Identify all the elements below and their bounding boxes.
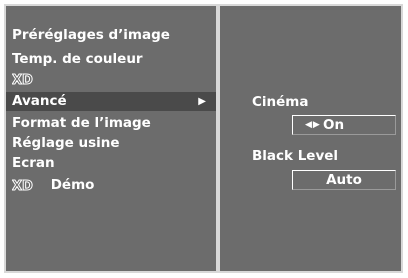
menu-item-label: Ecran (12, 155, 55, 171)
menu-item-xd[interactable]: XD (6, 70, 216, 89)
black-level-label: Black Level (252, 148, 339, 164)
menu-item-label: Temp. de couleur (12, 51, 143, 67)
xd-logo-icon: XD (12, 72, 42, 87)
xd-logo-icon: XD (12, 178, 42, 193)
menu-item-label: Format de l’image (12, 115, 151, 131)
menu-item-screen[interactable]: Ecran (6, 154, 216, 173)
black-level-selector[interactable]: Auto (292, 170, 396, 190)
menu-item-factory-reset[interactable]: Réglage usine (6, 134, 216, 153)
menu-item-aspect-ratio[interactable]: Format de l’image (6, 114, 216, 133)
osd-menu: Préréglages d’image Temp. de couleur XD … (0, 0, 408, 278)
menu-item-label: Démo (50, 177, 95, 193)
arrow-right-icon: ▶ (198, 96, 206, 107)
cinema-selector[interactable]: ◀▶ On (292, 115, 396, 135)
left-right-arrows-icon: ◀▶ (305, 120, 321, 130)
black-level-value: Auto (326, 172, 362, 188)
menu-item-advanced[interactable]: Avancé ▶ (6, 92, 216, 111)
svg-text:XD: XD (12, 179, 33, 192)
menu-item-xd-demo[interactable]: XD Démo (6, 176, 216, 195)
svg-text:XD: XD (12, 73, 33, 86)
menu-item-picture-presets[interactable]: Préréglages d’image (6, 26, 216, 45)
cinema-value: On (323, 117, 345, 133)
main-menu-panel: Préréglages d’image Temp. de couleur XD … (4, 4, 218, 273)
cinema-label: Cinéma (252, 94, 309, 110)
menu-item-color-temp[interactable]: Temp. de couleur (6, 50, 216, 69)
menu-item-label: Réglage usine (12, 135, 120, 151)
submenu-panel: Cinéma ◀▶ On Black Level Auto (218, 4, 403, 273)
menu-item-label: Préréglages d’image (12, 27, 170, 43)
menu-item-label: Avancé (12, 93, 67, 109)
